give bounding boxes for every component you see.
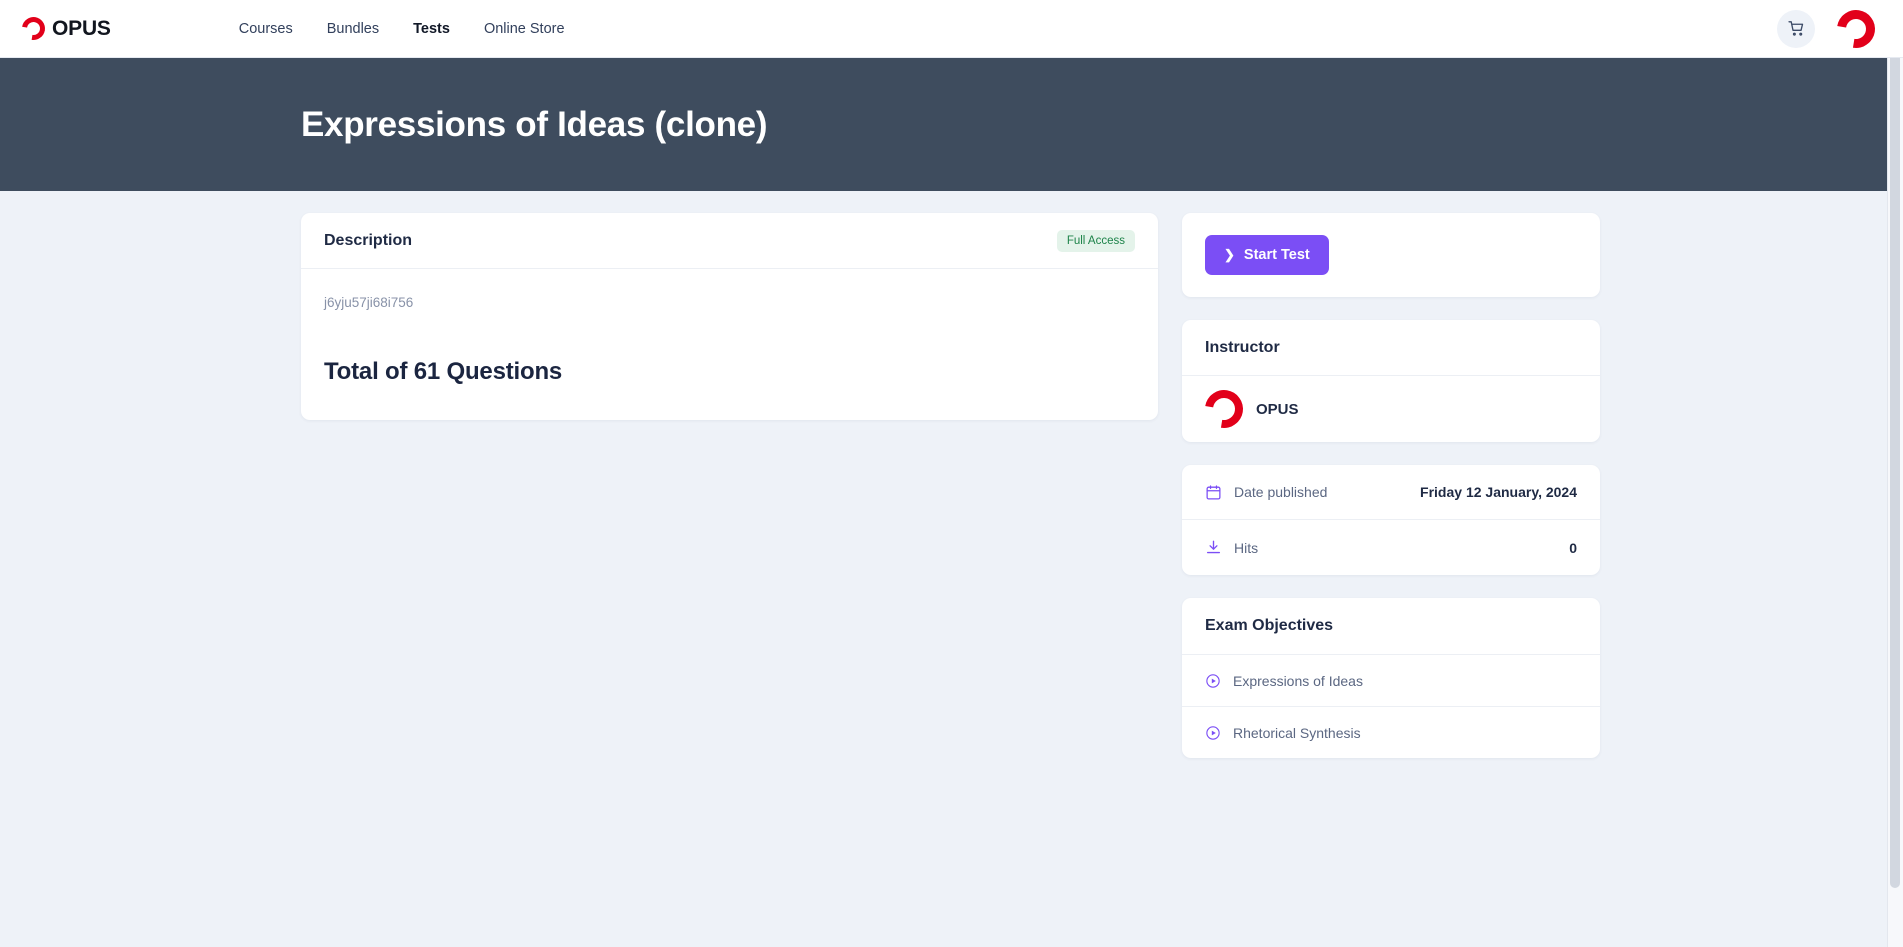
exam-objectives-title: Exam Objectives [1205,617,1334,634]
page-root: OPUS Courses Bundles Tests Online Store … [0,0,1903,947]
opus-ring-logo-icon [22,17,45,40]
instructor-title: Instructor [1205,338,1280,356]
chevron-right-icon: ❯ [1224,247,1235,262]
main-column: Description Full Access j6yju57ji68i756 … [301,213,1158,443]
hero-banner: Expressions of Ideas (clone) [0,58,1903,191]
description-card-header: Description Full Access [301,213,1158,269]
exam-objective-item-1[interactable]: Expressions of Ideas [1182,654,1600,706]
download-icon [1207,540,1220,554]
nav-link-courses[interactable]: Courses [239,21,293,37]
description-card: Description Full Access j6yju57ji68i756 … [301,213,1158,420]
exam-objective-label-1: Expressions of Ideas [1233,672,1363,689]
meta-row-hits: Hits 0 [1182,520,1600,575]
account-avatar[interactable] [1837,10,1875,48]
nav-link-bundles[interactable]: Bundles [327,21,379,37]
meta-label-hits: Hits [1234,539,1259,556]
exam-objective-label-2: Rhetorical Synthesis [1233,724,1361,741]
metadata-card: Date published Friday 12 January, 2024 H… [1182,465,1600,575]
content-area: Description Full Access j6yju57ji68i756 … [0,191,1903,781]
calendar-icon [1206,484,1221,500]
sidebar-column: ❯ Start Test Instructor OPUS Date publis… [1182,213,1600,781]
instructor-card: Instructor OPUS [1182,320,1600,442]
play-circle-icon [1206,725,1220,740]
start-test-card: ❯ Start Test [1182,213,1600,297]
meta-value-hits: 0 [1569,539,1577,556]
description-title: Description [324,231,413,249]
play-circle-icon [1206,673,1220,688]
nav-link-tests[interactable]: Tests [413,21,450,37]
start-test-button[interactable]: ❯ Start Test [1205,235,1329,275]
nav-link-online-store[interactable]: Online Store [484,21,565,37]
access-status-badge: Full Access [1056,229,1135,252]
exam-objectives-card: Exam Objectives Expressions of Ideas Rhe… [1182,598,1600,758]
start-test-label: Start Test [1243,247,1310,263]
shopping-cart-icon [1787,21,1803,36]
instructor-avatar-icon [1205,390,1243,428]
instructor-item[interactable]: OPUS [1182,376,1600,442]
meta-row-date-published: Date published Friday 12 January, 2024 [1182,465,1600,520]
description-text: j6yju57ji68i756 [324,295,414,310]
exam-objective-item-2[interactable]: Rhetorical Synthesis [1182,706,1600,758]
description-card-body: j6yju57ji68i756 Total of 61 Questions [301,269,1158,420]
instructor-name: OPUS [1256,400,1299,418]
top-bar-actions [1777,9,1875,48]
total-questions-heading: Total of 61 Questions [324,358,563,385]
meta-value-date-published: Friday 12 January, 2024 [1420,484,1577,500]
top-navigation-bar: OPUS Courses Bundles Tests Online Store [0,0,1903,58]
instructor-card-header: Instructor [1182,320,1600,376]
page-scrollbar-track[interactable] [1887,0,1903,947]
brand-logo-link[interactable]: OPUS [22,17,111,41]
main-nav-links: Courses Bundles Tests Online Store [239,21,565,37]
page-scrollbar-thumb[interactable] [1890,2,1900,888]
meta-label-date-published: Date published [1234,484,1328,500]
page-title: Expressions of Ideas (clone) [301,104,768,144]
cart-button[interactable] [1777,9,1815,48]
exam-objectives-header: Exam Objectives [1182,598,1600,654]
brand-name: OPUS [52,16,111,40]
